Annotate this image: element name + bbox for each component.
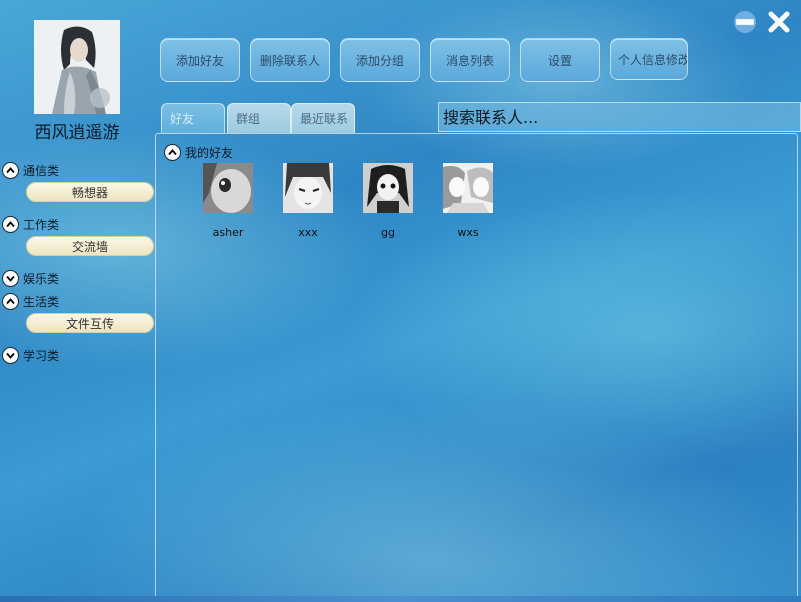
- edit-profile-button[interactable]: 个人信息修改: [610, 38, 688, 80]
- taskbar-strip: [0, 596, 801, 602]
- category-life[interactable]: 生活类: [2, 293, 59, 310]
- category-communication[interactable]: 通信类: [2, 162, 59, 179]
- app-item-jiaoliuqiang[interactable]: 交流墙: [26, 236, 154, 256]
- search-input[interactable]: [438, 102, 801, 132]
- add-friend-button[interactable]: 添加好友: [160, 38, 240, 82]
- tab-friends[interactable]: 好友: [161, 103, 225, 133]
- category-study[interactable]: 学习类: [2, 347, 59, 364]
- friend-item[interactable]: xxx: [278, 163, 338, 239]
- delete-contact-button[interactable]: 删除联系人: [250, 38, 330, 82]
- close-button[interactable]: [765, 8, 793, 36]
- tab-recent[interactable]: 最近联系: [291, 103, 355, 133]
- category-label: 学习类: [23, 349, 60, 363]
- category-work[interactable]: 工作类: [2, 216, 59, 233]
- friend-name: wxs: [457, 226, 479, 239]
- settings-button[interactable]: 设置: [520, 38, 600, 82]
- app-item-file-transfer[interactable]: 文件互传: [26, 313, 154, 333]
- username: 西风逍遥游: [34, 123, 120, 143]
- chevron-down-icon: [2, 347, 19, 364]
- minimize-icon: [734, 11, 756, 33]
- category-label: 生活类: [23, 295, 60, 309]
- chevron-down-icon: [2, 270, 19, 287]
- group-title: 我的好友: [185, 146, 234, 160]
- category-entertainment[interactable]: 娱乐类: [2, 270, 59, 287]
- message-list-button[interactable]: 消息列表: [430, 38, 510, 82]
- app-item-changxiangqi[interactable]: 畅想器: [26, 182, 154, 202]
- friend-name: gg: [381, 226, 395, 239]
- friend-avatar: [443, 163, 493, 213]
- category-label: 通信类: [23, 164, 60, 178]
- chevron-up-icon: [2, 162, 19, 179]
- friend-item[interactable]: gg: [358, 163, 418, 239]
- minimize-button[interactable]: [731, 8, 759, 36]
- chevron-up-icon: [2, 216, 19, 233]
- friend-item[interactable]: wxs: [438, 163, 498, 239]
- friend-group-header[interactable]: 我的好友: [164, 144, 233, 161]
- category-label: 娱乐类: [23, 272, 60, 286]
- category-label: 工作类: [23, 218, 60, 232]
- friend-name: xxx: [298, 226, 318, 239]
- close-icon: [768, 11, 790, 33]
- friend-name: asher: [212, 226, 244, 239]
- tab-groups[interactable]: 群组: [227, 103, 291, 133]
- chevron-up-icon: [164, 144, 181, 161]
- friend-avatar: [283, 163, 333, 213]
- friend-avatar: [363, 163, 413, 213]
- avatar[interactable]: [34, 20, 120, 114]
- chevron-up-icon: [2, 293, 19, 310]
- add-group-button[interactable]: 添加分组: [340, 38, 420, 82]
- friend-item[interactable]: asher: [198, 163, 258, 239]
- friend-avatar: [203, 163, 253, 213]
